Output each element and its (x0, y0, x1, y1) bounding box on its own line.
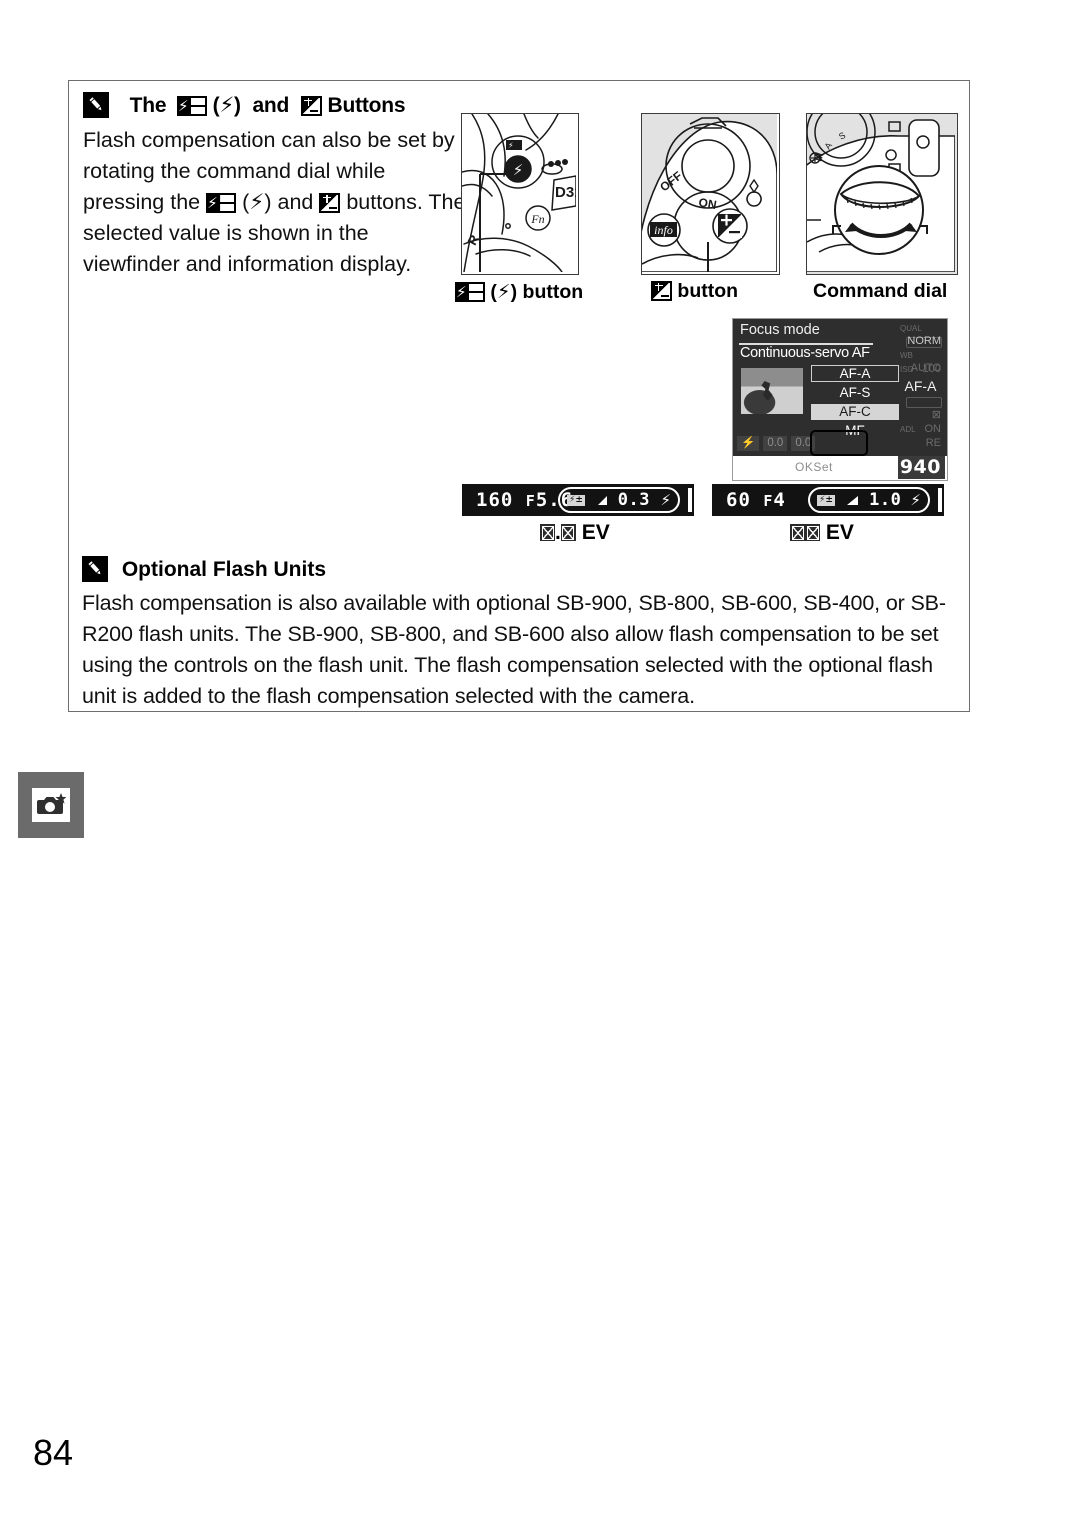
exposure-compensation-icon (319, 193, 341, 213)
caption-exposure-button: button (651, 280, 738, 303)
viewfinder-2-edge-tick (938, 488, 942, 512)
info-display-subtitle: Continuous-servo AF (740, 345, 870, 361)
exposure-compensation-icon (651, 281, 672, 301)
sidebar-iso: ISO 100 (900, 363, 941, 375)
focus-mode-option-af-a[interactable]: AF-A (811, 365, 899, 382)
missing-glyph-box (805, 524, 820, 541)
svg-text:D310: D310 (555, 184, 576, 201)
bottom-cell-flash: ⚡ (737, 435, 760, 451)
missing-glyph-box (540, 524, 555, 541)
information-display: Focus mode Continuous-servo AF AF-A AF-S… (732, 318, 948, 481)
focus-mode-option-af-c[interactable]: AF-C (811, 404, 899, 420)
viewfinder-1-edge-tick (688, 488, 692, 512)
sidebar-quality: QUAL NORM (900, 324, 941, 347)
svg-text:Fn: Fn (530, 212, 544, 226)
sidebar-white-balance: WB AUTO (900, 351, 941, 374)
sidebar-metering: ⊠ (931, 409, 941, 421)
flash-compensation-icon: ⚡± (817, 494, 835, 506)
info-display-sidebar: QUAL NORM WB AUTO ISO 100 AF-A ⊠ ADL ON RE (900, 322, 944, 450)
caption-exposure-button-text: button (677, 280, 739, 302)
info-display-thumbnail (741, 368, 803, 414)
ev-text: EV (825, 521, 854, 544)
pencil-icon (82, 556, 108, 582)
caption-flash-button: (⚡) button (455, 280, 583, 304)
viewfinder-display-2: 60 F4 ⚡± 1.0 ⚡ (712, 484, 944, 516)
note-title-suffix: Buttons (327, 94, 406, 117)
note-body: Flash compensation can also be set by ro… (83, 125, 468, 280)
sidebar-af-area-box (906, 397, 942, 408)
sidebar-focus-mode: AF-A (904, 378, 937, 394)
note-title-optional-flash: Optional Flash Units (82, 556, 326, 582)
info-display-title: Focus mode (740, 322, 820, 338)
flash-compensation-icon (455, 282, 485, 302)
viewfinder-2-value: 1.0 (869, 490, 902, 510)
flash-icon-parenthetical: (⚡) (212, 93, 241, 117)
note2-title-text: Optional Flash Units (121, 558, 327, 581)
exposure-indicator-icon (598, 495, 608, 505)
flash-ready-icon: ⚡ (910, 491, 921, 509)
ev-text: EV (581, 521, 610, 544)
info-display-footer: OKSet 940 (733, 456, 947, 480)
flash-compensation-highlight (810, 430, 868, 456)
svg-text:⚡: ⚡ (508, 141, 514, 150)
caption-command-dial: Command dial (813, 280, 948, 302)
note-title: The (⚡) and Buttons (83, 92, 406, 118)
shots-remaining-counter: 940 (897, 456, 945, 479)
chapter-tab (18, 772, 84, 838)
camera-star-icon (32, 788, 70, 822)
note-title-mid: and (252, 94, 290, 117)
svg-text:⚡: ⚡ (513, 161, 524, 179)
viewfinder-display-1: 160 F5.6 ⚡± 0.3 ⚡ (462, 484, 694, 516)
note-title-prefix: The (129, 94, 167, 117)
caption-flash-button-text: (⚡) button (490, 280, 584, 303)
figure-command-dial: M A S (806, 113, 958, 275)
viewfinder-2-flash-comp-capsule: ⚡± 1.0 ⚡ (808, 487, 930, 513)
viewfinder-1-ev-label: . EV (540, 521, 610, 545)
viewfinder-1-shutter-aperture: 160 F5.6 (476, 489, 574, 511)
viewfinder-1-flash-comp-capsule: ⚡± 0.3 ⚡ (558, 487, 680, 513)
page-number: 84 (33, 1432, 74, 1473)
exposure-compensation-icon (300, 96, 322, 116)
svg-text:info: info (654, 223, 673, 237)
ok-set-label: OKSet (795, 460, 833, 474)
flash-ready-icon: ⚡ (660, 491, 671, 509)
focus-mode-option-af-s[interactable]: AF-S (811, 385, 899, 401)
flash-compensation-icon (206, 193, 237, 213)
bottom-cell-exposure-comp: 0.0 (763, 435, 788, 451)
flash-compensation-icon: ⚡± (567, 494, 585, 506)
figure-flash-button: ⚡ ⚡ Fn D310 R (461, 113, 579, 275)
viewfinder-2-shutter-aperture: 60 F4 (726, 489, 786, 511)
pencil-icon (83, 92, 109, 118)
missing-glyph-box (790, 524, 805, 541)
note2-body: Flash compensation is also available wit… (82, 591, 946, 708)
figure-exposure-button: OFF ON info (641, 113, 780, 275)
exposure-indicator-icon (846, 495, 860, 505)
viewfinder-2-ev-label: EV (790, 521, 854, 545)
viewfinder-1-value: 0.3 (617, 490, 650, 510)
missing-glyph-box (560, 524, 576, 541)
flash-compensation-icon (177, 96, 208, 116)
